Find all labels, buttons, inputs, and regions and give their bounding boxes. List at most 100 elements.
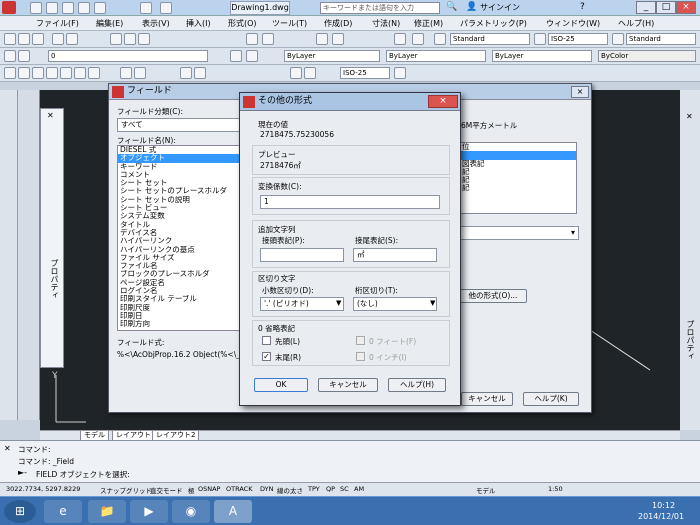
plot-icon[interactable] bbox=[52, 33, 64, 45]
decimal-separator-select[interactable]: '.' (ピリオド) bbox=[260, 297, 344, 311]
maximize-button[interactable]: □ bbox=[656, 1, 676, 14]
field-name-item[interactable]: シート ビュー bbox=[118, 204, 240, 212]
preview-icon[interactable] bbox=[66, 33, 78, 45]
menu-format[interactable]: 形式(O) bbox=[228, 18, 257, 29]
field-name-item[interactable]: ファイル名 bbox=[118, 262, 240, 270]
menu-tools[interactable]: ツール(T) bbox=[272, 18, 307, 29]
properties-palette[interactable]: ✕ プロパティ bbox=[40, 108, 64, 368]
explorer-icon[interactable]: 📁 bbox=[88, 500, 126, 523]
field-name-item[interactable]: キーワード bbox=[118, 163, 240, 171]
layer-select[interactable]: 0 bbox=[48, 50, 208, 62]
field-name-item[interactable]: 印刷尺度 bbox=[118, 304, 240, 312]
search-input[interactable]: キーワードまたは語句を入力 bbox=[320, 2, 440, 14]
right-properties-palette[interactable]: ✕ プロパティ bbox=[680, 90, 700, 430]
ortho-toggle[interactable]: 直交モード bbox=[150, 485, 183, 495]
media-player-icon[interactable]: ▶ bbox=[130, 500, 168, 523]
other-format-button[interactable]: 他の形式(O)... bbox=[459, 289, 527, 303]
qnew-icon[interactable] bbox=[4, 33, 16, 45]
ordinate-dim-icon[interactable] bbox=[46, 67, 58, 79]
start-button[interactable]: ⊞ bbox=[4, 500, 36, 523]
layer-previous-icon[interactable] bbox=[246, 50, 258, 62]
snap-toggle[interactable]: スナップ bbox=[100, 485, 126, 495]
signin-link[interactable]: サインイン bbox=[480, 2, 520, 13]
lineweight-select[interactable]: ByLayer bbox=[492, 50, 592, 62]
close-button[interactable]: × bbox=[676, 1, 696, 14]
clock-date[interactable]: 2014/12/01 bbox=[638, 512, 684, 521]
field-cancel-button[interactable]: キャンセル bbox=[461, 392, 513, 406]
field-name-item[interactable]: シート セットのプレースホルダ bbox=[118, 187, 240, 195]
inches-checkbox[interactable] bbox=[356, 352, 365, 361]
right-palette-close-icon[interactable]: ✕ bbox=[686, 112, 693, 121]
qp-toggle[interactable]: QP bbox=[326, 485, 335, 493]
format-list-item[interactable]: 記 bbox=[460, 168, 576, 176]
saveas-icon[interactable] bbox=[78, 2, 90, 14]
linetype-select[interactable]: ByLayer bbox=[386, 50, 486, 62]
menu-file[interactable]: ファイル(F) bbox=[36, 18, 79, 29]
pan-icon[interactable] bbox=[246, 33, 258, 45]
field-names-list[interactable]: DIESEL 式オブジェクト キーワード コメント シート セット シート セットのプレ… bbox=[117, 145, 241, 331]
field-name-item[interactable]: ログイン名 bbox=[118, 287, 240, 295]
field-name-item[interactable]: 印刷方向 bbox=[118, 320, 240, 328]
ok-button[interactable]: OK bbox=[254, 378, 308, 392]
layer-state-icon[interactable] bbox=[18, 50, 30, 62]
open-icon[interactable] bbox=[46, 2, 58, 14]
field-name-item[interactable]: DIESEL 式 bbox=[118, 146, 240, 154]
search-icon[interactable]: 🔍 bbox=[446, 2, 457, 12]
dim-style-select-2[interactable]: ISO-25 bbox=[340, 67, 390, 79]
text-style-icon[interactable] bbox=[434, 33, 446, 45]
field-name-item[interactable]: ブロックのプレースホルダ bbox=[118, 270, 240, 278]
autocad-taskbar-icon[interactable]: A bbox=[214, 500, 252, 523]
ie-icon[interactable]: e bbox=[44, 500, 82, 523]
field-name-item[interactable]: ファイル サイズ bbox=[118, 254, 240, 262]
paste-icon[interactable] bbox=[138, 33, 150, 45]
field-name-item[interactable]: シート セット bbox=[118, 179, 240, 187]
undo-icon[interactable] bbox=[140, 2, 152, 14]
format-list-item[interactable]: 記 bbox=[460, 184, 576, 192]
format-dialog-close-button[interactable]: × bbox=[428, 95, 458, 108]
field-name-item[interactable]: シート セットの説明 bbox=[118, 196, 240, 204]
open-icon[interactable] bbox=[18, 33, 30, 45]
menu-edit[interactable]: 編集(E) bbox=[96, 18, 123, 29]
dim-style-icon[interactable] bbox=[534, 33, 546, 45]
zoom-icon[interactable] bbox=[262, 33, 274, 45]
field-name-item[interactable]: コメント bbox=[118, 171, 240, 179]
format-list-item[interactable]: 図表記 bbox=[460, 160, 576, 168]
field-dialog-close-button[interactable]: × bbox=[571, 86, 589, 98]
field-name-item[interactable]: タイトル bbox=[118, 221, 240, 229]
radius-dim-icon[interactable] bbox=[60, 67, 72, 79]
continue-dim-icon[interactable] bbox=[134, 67, 146, 79]
make-current-icon[interactable] bbox=[230, 50, 242, 62]
calculator-icon[interactable] bbox=[394, 33, 406, 45]
chrome-icon[interactable]: ◉ bbox=[172, 500, 210, 523]
osnap-toggle[interactable]: OSNAP bbox=[198, 485, 220, 493]
field-name-item[interactable]: システム変数 bbox=[118, 212, 240, 220]
color-select[interactable]: ByLayer bbox=[284, 50, 380, 62]
menu-insert[interactable]: 挿入(I) bbox=[186, 18, 211, 29]
lineweight-toggle[interactable]: 線の太さ bbox=[277, 485, 303, 495]
tolerance-icon[interactable] bbox=[180, 67, 192, 79]
command-prompt[interactable]: FIELD オブジェクトを選択: bbox=[36, 469, 130, 480]
help-icon[interactable] bbox=[412, 33, 424, 45]
am-toggle[interactable]: AM bbox=[354, 485, 364, 493]
field-expression-value[interactable]: %<\AcObjProp.16.2 Object(%<\_Ob bbox=[117, 350, 243, 359]
center-mark-icon[interactable] bbox=[194, 67, 206, 79]
designcenter-icon[interactable] bbox=[332, 33, 344, 45]
menu-help[interactable]: ヘルプ(H) bbox=[618, 18, 654, 29]
format-list-item[interactable] bbox=[460, 151, 576, 160]
suffix-input[interactable]: ㎡ bbox=[353, 248, 437, 262]
save-icon[interactable] bbox=[32, 33, 44, 45]
polar-toggle[interactable]: 極 bbox=[188, 485, 195, 495]
field-name-item[interactable]: オブジェクト bbox=[118, 154, 240, 163]
thousands-separator-select[interactable]: (なし) bbox=[353, 297, 437, 311]
menu-modify[interactable]: 修正(M) bbox=[414, 18, 443, 29]
clock-time[interactable]: 10:12 bbox=[652, 501, 675, 510]
layer-manager-icon[interactable] bbox=[4, 50, 16, 62]
annotation-scale[interactable]: 1:50 bbox=[548, 485, 563, 493]
table-style-select[interactable]: Standard bbox=[626, 33, 696, 45]
text-style-select[interactable]: Standard bbox=[450, 33, 530, 45]
user-icon[interactable]: 👤 bbox=[466, 2, 477, 12]
menu-dimension[interactable]: 寸法(N) bbox=[372, 18, 400, 29]
field-name-item[interactable]: ページ設定名 bbox=[118, 279, 240, 287]
format-list[interactable]: 位図表記記記記 bbox=[459, 142, 577, 214]
field-name-item[interactable]: 印刷日 bbox=[118, 312, 240, 320]
